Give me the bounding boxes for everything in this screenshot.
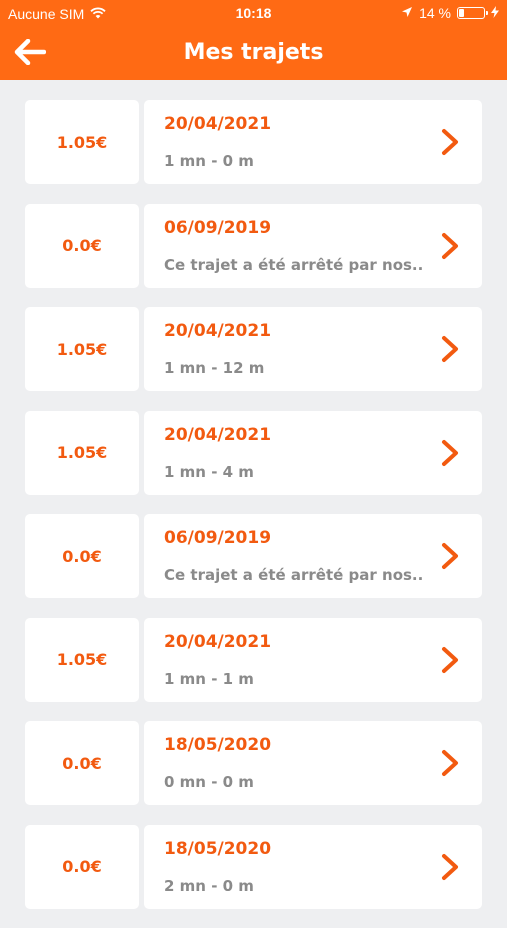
trip-date: 20/04/2021 <box>164 114 272 134</box>
trip-detail: 1 mn - 0 m <box>164 152 254 170</box>
trip-date: 18/05/2020 <box>164 735 272 755</box>
chevron-right-icon <box>442 853 458 880</box>
trip-row[interactable]: 1.05€ 20/04/2021 1 mn - 1 m <box>25 617 482 702</box>
battery-percent: 14 % <box>419 5 451 21</box>
trip-row[interactable]: 1.05€ 20/04/2021 1 mn - 0 m <box>25 100 482 184</box>
trip-detail: Ce trajet a été arrêté par nos... <box>164 566 424 584</box>
trip-info-card: 20/04/2021 1 mn - 12 m <box>144 307 482 391</box>
charging-bolt-icon <box>491 5 499 21</box>
trip-row[interactable]: 0.0€ 06/09/2019 Ce trajet a été arrêté p… <box>25 514 482 598</box>
trip-price: 0.0€ <box>25 824 139 909</box>
trip-detail: 1 mn - 12 m <box>164 359 265 377</box>
chevron-right-icon <box>442 750 458 776</box>
trip-price: 1.05€ <box>25 307 139 391</box>
trip-info-card: 18/05/2020 0 mn - 0 m <box>144 721 482 805</box>
trip-info-card: 20/04/2021 1 mn - 0 m <box>144 100 482 184</box>
trip-date: 20/04/2021 <box>164 321 272 341</box>
trip-date: 06/09/2019 <box>164 217 272 238</box>
trip-price: 1.05€ <box>25 410 139 495</box>
trip-info-card: 06/09/2019 Ce trajet a été arrêté par no… <box>144 514 482 598</box>
trip-row[interactable]: 0.0€ 18/05/2020 2 mn - 0 m <box>25 824 482 909</box>
trip-detail: 0 mn - 0 m <box>164 773 254 791</box>
chevron-right-icon <box>442 439 458 466</box>
status-bar: Aucune SIM 10:18 14 % <box>0 0 507 28</box>
trip-row[interactable]: 0.0€ 06/09/2019 Ce trajet a été arrêté p… <box>25 203 482 288</box>
location-arrow-icon <box>401 5 413 21</box>
trip-date: 20/04/2021 <box>164 424 272 445</box>
chevron-right-icon <box>442 646 458 673</box>
trip-price: 0.0€ <box>25 514 139 598</box>
trip-info-card: 20/04/2021 1 mn - 4 m <box>144 410 482 495</box>
chevron-right-icon <box>442 129 458 155</box>
trip-price: 0.0€ <box>25 203 139 288</box>
trip-row[interactable]: 1.05€ 20/04/2021 1 mn - 12 m <box>25 307 482 391</box>
trip-list: 1.05€ 20/04/2021 1 mn - 0 m 0.0€ 06/09/2… <box>25 100 482 928</box>
status-right: 14 % <box>401 5 499 21</box>
trip-info-card: 20/04/2021 1 mn - 1 m <box>144 617 482 702</box>
trip-detail: 1 mn - 1 m <box>164 669 254 688</box>
trip-detail: 1 mn - 4 m <box>164 462 254 481</box>
navigation-bar: Mes trajets <box>0 28 507 80</box>
trip-price: 1.05€ <box>25 100 139 184</box>
page-title: Mes trajets <box>183 40 324 65</box>
trip-detail: Ce trajet a été arrêté par nos... <box>164 255 424 274</box>
trip-detail: 2 mn - 0 m <box>164 876 254 895</box>
battery-icon <box>457 7 488 19</box>
trip-row[interactable]: 1.05€ 20/04/2021 1 mn - 4 m <box>25 410 482 495</box>
trip-row[interactable]: 0.0€ 18/05/2020 0 mn - 0 m <box>25 721 482 805</box>
trip-date: 20/04/2021 <box>164 631 272 652</box>
chevron-right-icon <box>442 543 458 569</box>
trip-info-card: 06/09/2019 Ce trajet a été arrêté par no… <box>144 203 482 288</box>
trip-date: 18/05/2020 <box>164 838 272 859</box>
trip-date: 06/09/2019 <box>164 528 272 548</box>
chevron-right-icon <box>442 336 458 362</box>
trip-price: 0.0€ <box>25 721 139 805</box>
trip-info-card: 18/05/2020 2 mn - 0 m <box>144 824 482 909</box>
trip-price: 1.05€ <box>25 617 139 702</box>
chevron-right-icon <box>442 232 458 259</box>
